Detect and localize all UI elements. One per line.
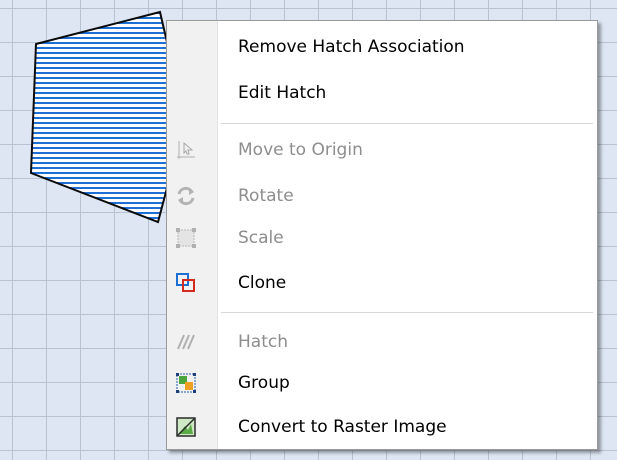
- convert-to-raster-icon: [175, 416, 197, 438]
- menu-separator: [221, 312, 593, 313]
- clone-icon: [175, 272, 197, 294]
- menu-item-label: Clone: [238, 273, 287, 293]
- context-menu: Remove Hatch Association Edit Hatch Move…: [166, 20, 598, 450]
- menu-item-rotate[interactable]: Rotate: [167, 177, 597, 215]
- scale-icon: [175, 227, 197, 249]
- menu-item-move-to-origin[interactable]: Move to Origin: [167, 131, 597, 169]
- menu-item-label: Edit Hatch: [238, 83, 327, 103]
- menu-item-remove-hatch-association[interactable]: Remove Hatch Association: [167, 28, 597, 66]
- menu-item-convert-to-raster-image[interactable]: Convert to Raster Image: [167, 408, 597, 446]
- menu-item-hatch[interactable]: Hatch: [167, 323, 597, 361]
- menu-item-clone[interactable]: Clone: [167, 264, 597, 302]
- menu-item-label: Move to Origin: [238, 140, 363, 160]
- hatch-polygon[interactable]: [29, 10, 187, 224]
- menu-item-label: Group: [238, 373, 290, 393]
- rotate-icon: [175, 185, 197, 207]
- menu-item-label: Rotate: [238, 186, 294, 206]
- menu-item-label: Convert to Raster Image: [238, 417, 447, 437]
- move-to-origin-icon: [175, 139, 197, 161]
- menu-item-label: Remove Hatch Association: [238, 37, 465, 57]
- menu-item-label: Scale: [238, 228, 284, 248]
- menu-separator: [221, 123, 593, 124]
- menu-item-group[interactable]: Group: [167, 364, 597, 402]
- menu-item-scale[interactable]: Scale: [167, 219, 597, 257]
- menu-item-label: Hatch: [238, 332, 288, 352]
- hatch-icon: [175, 331, 197, 353]
- menu-item-edit-hatch[interactable]: Edit Hatch: [167, 74, 597, 112]
- group-icon: [175, 372, 197, 394]
